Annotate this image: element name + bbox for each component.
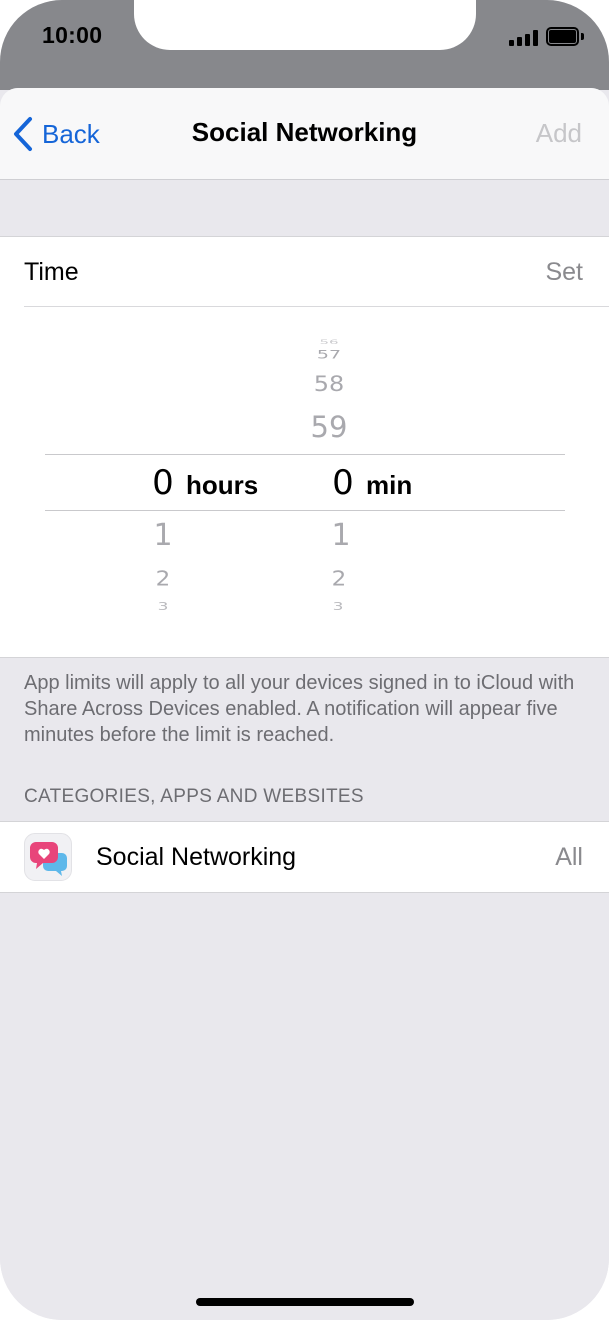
minutes-option[interactable]: 59	[306, 410, 352, 444]
app-limit-note: App limits will apply to all your device…	[24, 672, 575, 746]
time-value: Set	[545, 258, 583, 286]
navigation-bar: Back Social Networking Add	[0, 88, 609, 180]
hours-selected-value: 0	[152, 463, 174, 503]
minutes-option[interactable]: 56	[306, 338, 352, 345]
time-section: Time Set 0 hours 1 2 3 56 57 58 59 0 min…	[0, 236, 609, 658]
category-row-social-networking[interactable]: Social Networking All	[0, 821, 609, 893]
page-title: Social Networking	[191, 117, 418, 147]
hours-option[interactable]: 3	[140, 601, 186, 613]
phone-screen: 10:00 Back Social Networking Add Time Se…	[0, 0, 609, 1320]
hours-option[interactable]: 2	[140, 567, 186, 590]
category-value: All	[555, 843, 583, 871]
time-picker[interactable]: 0 hours 1 2 3 56 57 58 59 0 min 1 2 3	[0, 308, 609, 658]
minutes-unit-label: min	[366, 470, 413, 500]
social-networking-icon	[24, 833, 72, 881]
app-limit-sheet: Back Social Networking Add Time Set 0 ho…	[0, 88, 609, 1320]
status-time: 10:00	[42, 22, 103, 48]
hours-unit-label: hours	[186, 470, 259, 500]
category-label: Social Networking	[96, 843, 297, 871]
cellular-signal-icon	[509, 30, 539, 46]
picker-selection-bottom-line	[45, 510, 565, 511]
minutes-option[interactable]: 57	[306, 348, 352, 361]
notch	[134, 0, 476, 50]
picker-selection-top-line	[45, 454, 565, 455]
status-bar: 10:00	[0, 0, 609, 90]
minutes-option[interactable]: 3	[315, 601, 361, 613]
time-label: Time	[24, 258, 79, 286]
minutes-selected-value: 0	[332, 463, 354, 503]
battery-icon	[546, 27, 584, 46]
add-button[interactable]: Add	[536, 118, 582, 149]
minutes-option[interactable]: 1	[318, 518, 364, 553]
minutes-option[interactable]: 2	[316, 567, 362, 590]
section-header: CATEGORIES, APPS AND WEBSITES	[24, 786, 364, 807]
home-indicator[interactable]	[196, 1298, 414, 1306]
hours-option[interactable]: 1	[140, 518, 186, 553]
time-row[interactable]: Time Set	[24, 237, 609, 307]
minutes-option[interactable]: 58	[306, 371, 352, 396]
